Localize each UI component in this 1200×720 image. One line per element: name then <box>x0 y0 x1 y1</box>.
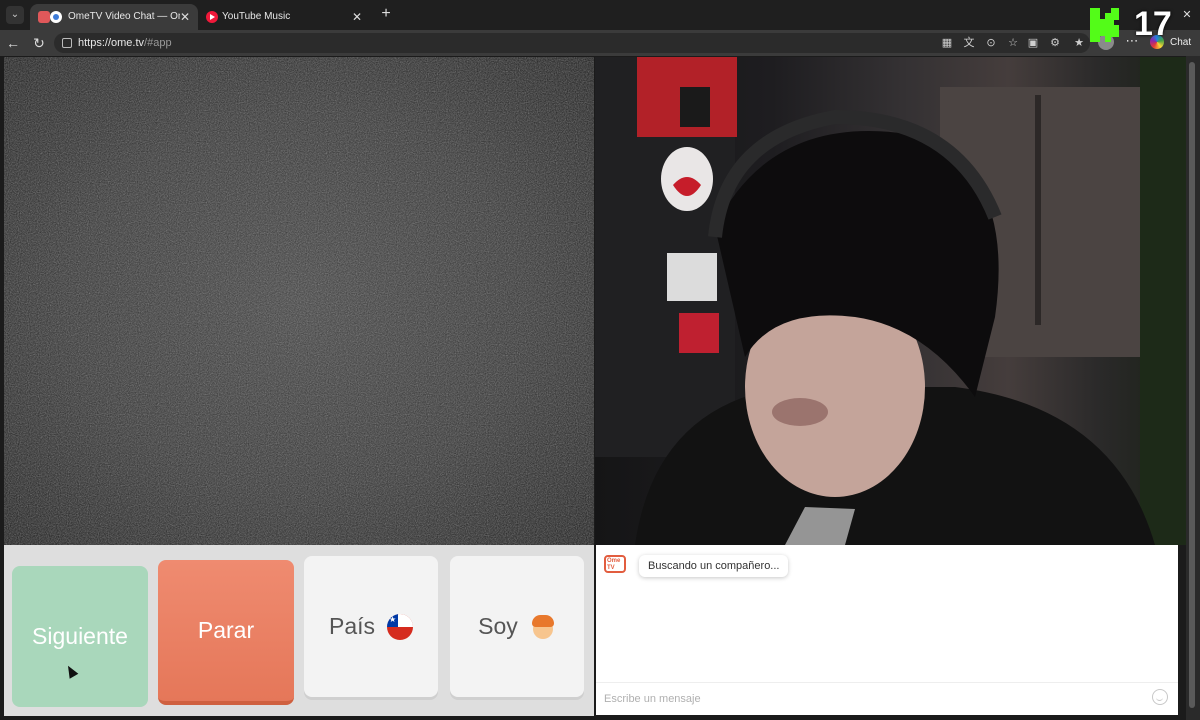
chat-panel: Ome TV Buscando un compañero... <box>596 545 1178 715</box>
message-input[interactable] <box>602 688 1136 710</box>
lock-icon <box>62 38 72 48</box>
address-bar[interactable]: https://ome.tv/#app ▦ 文 ⊙ ☆ ▣ ⚙ ★ <box>54 33 1090 53</box>
ometv-icon: Ome TV <box>604 555 626 573</box>
new-tab-button[interactable]: + <box>376 4 396 24</box>
reading-icon[interactable]: ⊙ <box>984 36 998 50</box>
webcam-scene <box>595 57 1186 545</box>
translate-icon[interactable]: 文 <box>962 36 976 50</box>
chile-flag-icon: ★ <box>387 613 414 640</box>
k-logo-icon <box>1090 8 1119 42</box>
mail-favicon-icon <box>38 11 50 23</box>
stop-button[interactable]: Parar <box>158 560 294 705</box>
tab-title: OmeTV Video Chat — Omegle <box>68 11 180 22</box>
partner-video-static <box>4 57 594 545</box>
boy-icon <box>530 614 556 640</box>
next-button-label: Siguiente <box>32 623 128 649</box>
back-arrow-icon[interactable]: ← <box>4 34 22 52</box>
favorites-bar-icon[interactable]: ★ <box>1072 36 1086 50</box>
scrollbar-thumb[interactable] <box>1189 62 1195 708</box>
close-icon[interactable]: ✕ <box>350 4 364 30</box>
country-button-label: País <box>328 613 376 639</box>
url-text: https://ome.tv/#app <box>78 37 172 49</box>
controls-panel: Siguiente Parar País ★ Soy <box>4 545 594 716</box>
tab-list-button[interactable]: ⌄ <box>6 6 24 24</box>
emoji-icon[interactable] <box>1152 689 1168 705</box>
chat-label[interactable]: Chat <box>1170 30 1191 56</box>
tab-title: YouTube Music <box>222 11 291 22</box>
reload-icon[interactable]: ↻ <box>30 34 48 52</box>
status-message: Buscando un compañero... <box>639 555 789 577</box>
message-box <box>596 682 1178 712</box>
extensions-icon[interactable]: ⚙ <box>1048 36 1062 50</box>
apps-icon[interactable]: ▦ <box>940 36 954 50</box>
gender-button-label: Soy <box>478 613 518 639</box>
country-button[interactable]: País ★ <box>304 556 438 697</box>
gender-button[interactable]: Soy <box>450 556 584 697</box>
ometv-favicon-icon <box>50 11 62 23</box>
camera-permission-icon[interactable]: ▣ <box>1026 36 1040 50</box>
self-camera-video <box>595 57 1186 545</box>
tab-strip: ⌄ OmeTV Video Chat — Omegle ✕ YouTube Mu… <box>0 0 1200 30</box>
next-button[interactable]: Siguiente <box>12 566 148 707</box>
favorite-star-icon[interactable]: ☆ <box>1006 36 1020 50</box>
video-noise <box>4 57 594 545</box>
close-icon[interactable]: ✕ <box>178 4 192 30</box>
youtube-music-icon <box>206 11 218 23</box>
stop-button-label: Parar <box>197 617 255 643</box>
stream-counter: 17 <box>1134 5 1172 43</box>
tab-ometv[interactable]: OmeTV Video Chat — Omegle ✕ <box>30 4 198 30</box>
browser-toolbar: ← ↻ https://ome.tv/#app ▦ 文 ⊙ ☆ ▣ ⚙ ★ <box>0 30 1200 56</box>
window-close-icon[interactable]: ✕ <box>1178 6 1196 24</box>
tab-youtube-music[interactable]: YouTube Music ✕ <box>200 4 370 30</box>
